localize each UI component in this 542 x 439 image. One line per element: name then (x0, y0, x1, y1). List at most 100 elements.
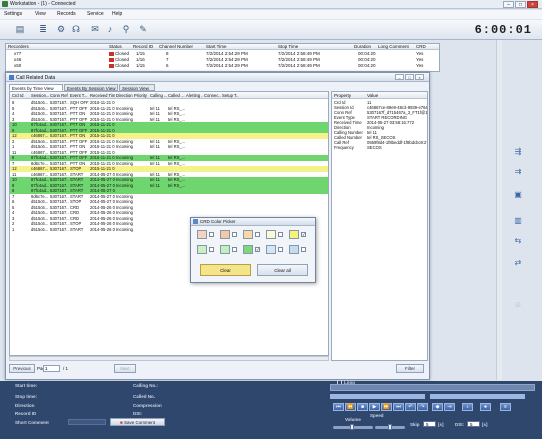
export-audio-icon[interactable]: ⇥ (444, 403, 455, 411)
grid-col-header[interactable]: Priority (134, 93, 149, 98)
grid-col-header[interactable]: Conn Ref (50, 93, 69, 98)
volume-knob[interactable] (350, 424, 354, 430)
color-checkbox[interactable] (255, 232, 260, 237)
settings-icon[interactable]: ✎ (137, 23, 149, 35)
grid-col-header[interactable]: Received Time (90, 93, 115, 98)
col-duration[interactable]: Duration (354, 44, 371, 49)
skip-back-icon[interactable]: ↶ (405, 403, 416, 411)
col-crd[interactable]: CRD (416, 44, 426, 49)
color-checkbox[interactable] (278, 232, 283, 237)
mark-icon[interactable]: ◆ (432, 403, 443, 411)
crd-close-button[interactable]: × (415, 74, 424, 80)
save-comment-button[interactable]: ■ Save Comment (110, 418, 165, 426)
move-icon[interactable]: ⇄ (509, 258, 527, 268)
tab-events-by-session[interactable]: Events By Session View (64, 84, 118, 91)
fast-forward-icon[interactable]: ⏩ (381, 403, 392, 411)
col-start-time[interactable]: Start Time (206, 44, 227, 49)
first-icon[interactable]: ⏮ (333, 403, 344, 411)
color-swatch[interactable] (266, 230, 276, 239)
listen-icon[interactable]: ♪ (104, 23, 116, 35)
color-checkbox[interactable] (301, 247, 306, 252)
record-icon[interactable]: ● (480, 403, 491, 411)
main-scrollbar[interactable] (496, 40, 502, 380)
import-icon[interactable]: ⇉ (509, 167, 527, 177)
page-input[interactable] (43, 365, 60, 372)
col-record-id[interactable]: Record ID (133, 44, 153, 49)
connect-icon[interactable]: ⚙ (55, 23, 67, 35)
color-swatch[interactable] (220, 245, 230, 254)
color-swatch[interactable] (243, 230, 253, 239)
grid-col-header[interactable]: Calling ... (150, 93, 167, 98)
color-checkbox[interactable] (209, 247, 214, 252)
crd-maximize-button[interactable]: □ (405, 74, 414, 80)
color-swatch[interactable] (289, 230, 299, 239)
next-button[interactable]: Next (114, 364, 136, 373)
grid-col-header[interactable]: Setup T... (222, 93, 239, 98)
menu-settings[interactable]: Settings (4, 11, 22, 17)
export-icon[interactable]: ⇶ (509, 147, 527, 157)
col-stop-time[interactable]: Stop Time (278, 44, 298, 49)
menu-service[interactable]: Service (87, 11, 104, 17)
mute-icon[interactable]: ♪ (462, 403, 473, 411)
filter-button[interactable]: Filter (396, 364, 424, 373)
record-list-header: Recorders Status Record ID Channel Numbe… (6, 44, 439, 50)
search-icon[interactable]: ⚲ (120, 23, 132, 35)
headset-icon[interactable]: ☊ (70, 23, 82, 35)
document-icon[interactable]: ▣ (509, 190, 527, 200)
color-swatch[interactable] (266, 245, 276, 254)
color-swatch[interactable] (197, 230, 207, 239)
crd-minimize-button[interactable]: – (395, 74, 404, 80)
color-checkbox[interactable] (209, 232, 214, 237)
play-icon[interactable]: ▶ (369, 403, 380, 411)
tab-events-by-time[interactable]: Events by Time View (9, 84, 63, 91)
skip-input[interactable]: 5 (423, 421, 436, 427)
color-checkbox[interactable] (232, 232, 237, 237)
menu-view[interactable]: View (35, 11, 46, 17)
playback-timeline[interactable] (330, 384, 535, 391)
grid-col-header[interactable]: Event T... (70, 93, 89, 98)
color-checkbox[interactable] (232, 247, 237, 252)
color-swatch[interactable] (197, 245, 207, 254)
color-checkbox[interactable]: ✓ (255, 247, 260, 252)
grid-horizontal-scrollbar[interactable] (9, 356, 329, 361)
col-channel[interactable]: Channel Number (159, 44, 193, 49)
skip-forward-icon[interactable]: ↷ (417, 403, 428, 411)
transfer-icon[interactable]: ⇆ (509, 236, 527, 246)
stop-icon[interactable]: ■ (357, 403, 368, 411)
menu-help[interactable]: Help (112, 11, 122, 17)
clear-button[interactable]: Clear (200, 264, 251, 276)
recorder-icon[interactable]: ▤ (14, 23, 26, 35)
record-row[interactable]: Closed 1/15 6 7/2/2014 2:54:29 PM 7/2/2014… (6, 63, 439, 69)
tab-session-view[interactable]: Session View (119, 84, 155, 91)
grid-col-header[interactable]: Session... (31, 93, 49, 98)
color-swatch[interactable] (243, 245, 253, 254)
menu-icon[interactable]: ≡ (500, 403, 511, 411)
grid-col-header[interactable]: Crd Id (12, 93, 30, 98)
maximize-button[interactable]: □ (515, 1, 526, 8)
chat-icon[interactable]: ✉ (89, 23, 101, 35)
grid-col-header[interactable]: Called ... (168, 93, 185, 98)
rewind-icon[interactable]: ⏪ (345, 403, 356, 411)
grid-cell: 11 (12, 149, 17, 155)
dsi-input[interactable]: 5 (467, 421, 480, 427)
col-status[interactable]: Status (109, 44, 122, 49)
report-icon[interactable]: ▥ (509, 216, 527, 226)
speed-knob[interactable] (388, 424, 392, 430)
color-swatch[interactable] (289, 245, 299, 254)
clear-all-button[interactable]: Clear all (257, 264, 308, 276)
last-icon[interactable]: ⏭ (393, 403, 404, 411)
menu-records[interactable]: Records (57, 11, 76, 17)
color-checkbox[interactable]: ✓ (301, 232, 306, 237)
comment-icon[interactable]: ☺ (509, 300, 527, 310)
color-swatch[interactable] (220, 230, 230, 239)
close-button[interactable]: × (527, 1, 538, 8)
grid-col-header[interactable]: Connec... (204, 93, 221, 98)
minimize-button[interactable]: – (503, 1, 514, 8)
previous-button[interactable]: Previous (9, 364, 35, 373)
database-icon[interactable]: ≣ (37, 23, 49, 35)
grid-col-header[interactable]: Direction (116, 93, 133, 98)
grid-col-header[interactable]: Alerting ... (186, 93, 203, 98)
short-comment-input[interactable] (68, 419, 106, 425)
col-long-comment[interactable]: Long Comment (378, 44, 409, 49)
color-checkbox[interactable] (278, 247, 283, 252)
